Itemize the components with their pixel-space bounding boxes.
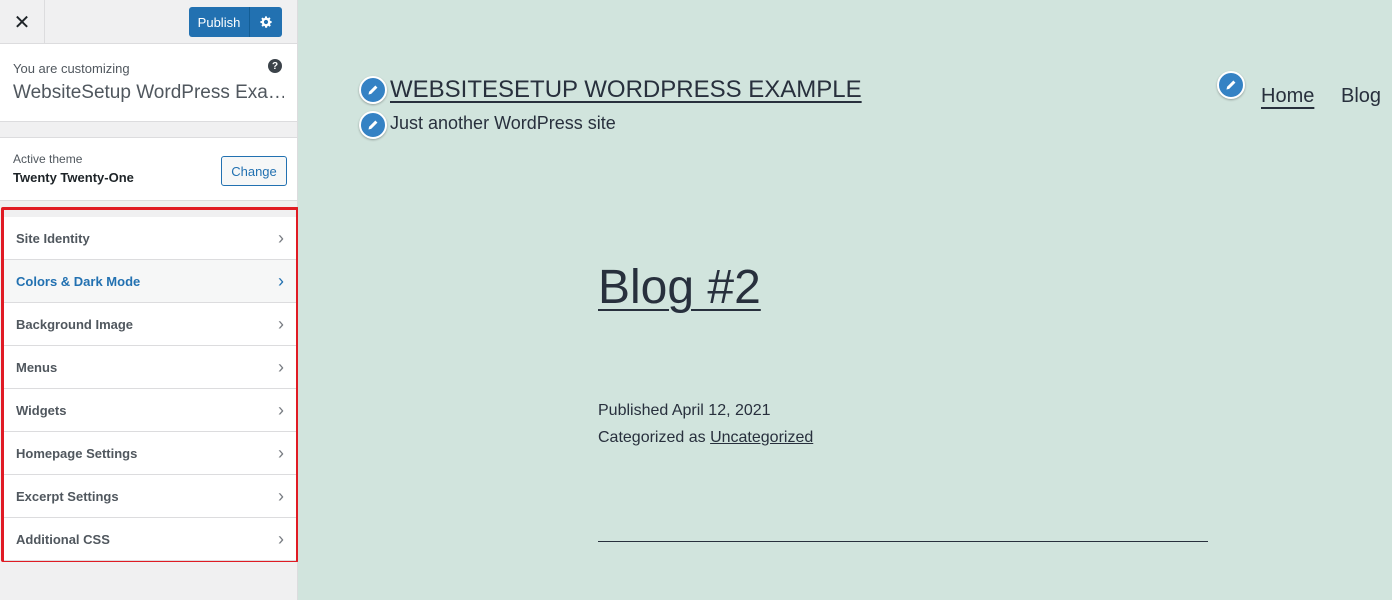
site-tagline: Just another WordPress site [390, 113, 616, 133]
customizer-header: ✕ Publish [0, 0, 297, 44]
chevron-right-icon: › [278, 227, 284, 248]
panel-label: Background Image [16, 316, 134, 332]
chevron-right-icon: › [278, 313, 284, 334]
panel-label: Colors & Dark Mode [16, 273, 141, 289]
chevron-right-icon: › [278, 485, 284, 506]
panel-menus[interactable]: Menus › [4, 346, 296, 389]
publish-settings-button[interactable] [249, 7, 282, 37]
panel-excerpt-settings[interactable]: Excerpt Settings › [4, 475, 296, 518]
chevron-right-icon: › [278, 399, 284, 420]
publish-button[interactable]: Publish [189, 7, 249, 37]
post-published-date: Published April 12, 2021 [598, 402, 771, 419]
chevron-right-icon: › [278, 356, 284, 377]
chevron-right-icon: › [278, 528, 284, 549]
panel-background-image[interactable]: Background Image › [4, 303, 296, 346]
panel-site-identity[interactable]: Site Identity › [4, 217, 296, 260]
site-name: WebsiteSetup WordPress Exa… [13, 82, 284, 103]
change-theme-button[interactable]: Change [221, 156, 287, 186]
site-title-link[interactable]: WEBSITESETUP WORDPRESS EXAMPLE [390, 76, 862, 104]
close-icon[interactable]: ✕ [0, 0, 45, 44]
post-title-link[interactable]: Blog #2 [598, 260, 761, 315]
category-link[interactable]: Uncategorized [710, 429, 813, 446]
customizer-sidebar: ✕ Publish You are customizing WebsiteSet… [0, 0, 299, 600]
customizing-label: You are customizing [13, 61, 130, 76]
panel-label: Homepage Settings [16, 445, 138, 461]
help-icon[interactable]: ? [268, 59, 282, 73]
panel-additional-css[interactable]: Additional CSS › [4, 518, 296, 561]
chevron-right-icon: › [278, 442, 284, 463]
panel-colors-dark-mode[interactable]: Colors & Dark Mode › [4, 260, 296, 303]
pencil-icon[interactable] [359, 76, 387, 104]
post-category-line: Categorized as Uncategorized [598, 429, 813, 447]
customizer-panel-list: Site Identity › Colors & Dark Mode › Backg… [1, 207, 299, 562]
customizing-info: You are customizing WebsiteSetup WordPre… [0, 44, 297, 122]
panel-homepage-settings[interactable]: Homepage Settings › [4, 432, 296, 475]
divider [598, 541, 1208, 542]
panel-label: Excerpt Settings [16, 488, 119, 504]
panel-label: Widgets [16, 402, 67, 418]
chevron-right-icon: › [278, 270, 284, 291]
pencil-icon[interactable] [359, 111, 387, 139]
nav-blog-link[interactable]: Blog [1341, 85, 1381, 108]
pencil-icon[interactable] [1217, 71, 1245, 99]
panel-label: Additional CSS [16, 531, 110, 547]
nav-home-link[interactable]: Home [1261, 85, 1314, 108]
panel-widgets[interactable]: Widgets › [4, 389, 296, 432]
categorized-label: Categorized as [598, 429, 706, 446]
site-preview: WEBSITESETUP WORDPRESS EXAMPLE Just anot… [298, 0, 1392, 600]
publish-group: Publish [189, 7, 282, 37]
panel-label: Menus [16, 359, 58, 375]
active-theme-section: Active theme Twenty Twenty-One Change [0, 137, 297, 201]
panel-label: Site Identity [16, 230, 90, 246]
gear-icon [260, 16, 272, 28]
